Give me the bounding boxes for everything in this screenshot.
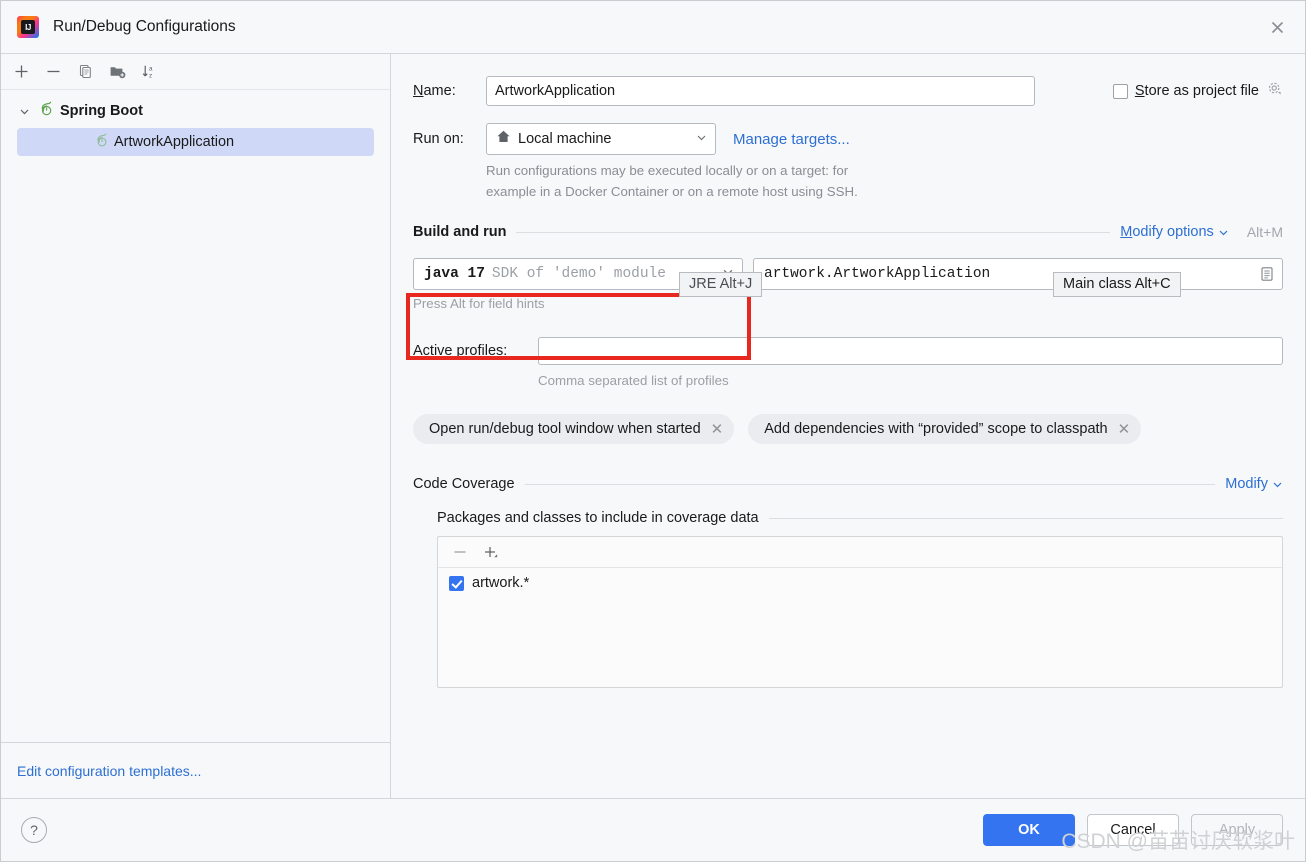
dialog-footer: ? OK Cancel Apply [1,798,1305,861]
configurations-tree: Spring Boot ArtworkApplication [1,90,390,742]
add-configuration-button[interactable] [7,58,35,86]
coverage-packages-list: artwork.* [437,536,1283,688]
svg-text:z: z [149,72,152,79]
coverage-list-toolbar [438,537,1282,568]
jre-tooltip: JRE Alt+J [679,272,762,297]
section-divider [516,232,1110,233]
run-on-combobox[interactable]: Local machine [486,123,716,155]
help-button[interactable]: ? [21,817,47,843]
chevron-down-icon[interactable] [696,130,707,148]
footer-buttons: OK Cancel Apply [983,814,1283,846]
option-chips: Open run/debug tool window when started … [413,414,1283,444]
store-as-project-file-row: Store as project file [1113,76,1283,106]
intellij-idea-icon [17,16,39,38]
chip-label: Add dependencies with “provided” scope t… [764,421,1107,437]
sidebar-item-label: ArtworkApplication [114,134,234,150]
coverage-item-checkbox[interactable] [449,576,464,591]
sort-configurations-button[interactable]: a z [135,58,163,86]
section-divider [525,484,1216,485]
run-on-hint-line1: Run configurations may be executed local… [486,161,1283,182]
build-and-run-section-header: Build and run Modify options Alt+M [413,224,1283,240]
store-as-project-file-checkbox[interactable] [1113,84,1128,99]
apply-button[interactable]: Apply [1191,814,1283,846]
sidebar-toolbar: a z [1,54,390,90]
spring-boot-icon [37,100,54,122]
home-icon [496,129,511,149]
coverage-list-item[interactable]: artwork.* [438,568,1282,591]
chip-add-provided-dependencies: Add dependencies with “provided” scope t… [748,414,1141,444]
configurations-sidebar: a z Sp [1,53,391,798]
code-coverage-section-header: Code Coverage Modify [413,476,1283,492]
spring-boot-icon [93,132,109,153]
active-profiles-hint: Comma separated list of profiles [538,373,1283,388]
name-label: Name: [413,83,486,99]
close-icon[interactable] [1265,15,1289,39]
class-browse-icon[interactable] [1259,266,1275,282]
close-icon[interactable]: ✕ [1118,422,1131,437]
chip-label: Open run/debug tool window when started [429,421,701,437]
sidebar-footer: Edit configuration templates... [1,742,390,798]
name-input[interactable] [486,76,1035,106]
dialog-title: Run/Debug Configurations [53,18,236,36]
chevron-down-icon[interactable] [17,106,31,117]
cancel-button[interactable]: Cancel [1087,814,1179,846]
main-class-field[interactable]: artwork.ArtworkApplication [753,258,1283,290]
active-profiles-input[interactable] [538,337,1283,365]
run-on-hint-line2: example in a Docker Container or on a re… [486,182,1283,203]
press-alt-hint: Press Alt for field hints [413,296,1283,311]
dialog-body: a z Sp [1,53,1305,798]
coverage-packages-title: Packages and classes to include in cover… [437,510,759,526]
manage-targets-link[interactable]: Manage targets... [733,131,850,148]
modify-options-link[interactable]: Modify options [1120,224,1229,240]
jre-sdk-description: SDK of 'demo' module [492,266,666,282]
active-profiles-label: Active profiles: [413,343,538,359]
section-divider [769,518,1283,519]
tree-group-label: Spring Boot [60,103,143,119]
code-coverage-title: Code Coverage [413,476,515,492]
build-and-run-title: Build and run [413,224,506,240]
active-profiles-row: Active profiles: [413,337,1283,365]
coverage-item-label: artwork.* [472,575,529,591]
sidebar-item-artworkapplication[interactable]: ArtworkApplication [17,128,374,156]
close-icon[interactable]: ✕ [711,422,724,437]
run-on-label: Run on: [413,131,486,147]
gear-icon[interactable] [1266,80,1283,102]
run-debug-configurations-dialog: Run/Debug Configurations [0,0,1306,862]
jre-sdk-version: java 17 [424,266,485,282]
main-class-value: artwork.ArtworkApplication [764,266,1259,282]
run-on-hint: Run configurations may be executed local… [486,161,1283,202]
tree-group-spring-boot[interactable]: Spring Boot [1,98,390,124]
chip-open-run-debug-tool-window: Open run/debug tool window when started … [413,414,734,444]
add-package-button[interactable] [478,540,502,564]
new-folder-button[interactable] [103,58,131,86]
remove-configuration-button[interactable] [39,58,67,86]
configuration-editor-panel: Name: Store as project file Run on: [391,53,1305,798]
main-class-tooltip: Main class Alt+C [1053,272,1181,297]
run-on-value: Local machine [518,131,689,147]
dialog-titlebar: Run/Debug Configurations [1,1,1305,53]
store-as-project-file-label: Store as project file [1135,83,1259,99]
ok-button[interactable]: OK [983,814,1075,846]
copy-configuration-button[interactable] [71,58,99,86]
edit-configuration-templates-link[interactable]: Edit configuration templates... [17,763,201,779]
code-coverage-modify-link[interactable]: Modify [1225,476,1283,492]
coverage-packages-subheader: Packages and classes to include in cover… [437,510,1283,526]
run-on-row: Run on: Local machine Manage targets... [413,123,1283,155]
modify-options-shortcut: Alt+M [1247,224,1283,240]
remove-package-button[interactable] [448,540,472,564]
